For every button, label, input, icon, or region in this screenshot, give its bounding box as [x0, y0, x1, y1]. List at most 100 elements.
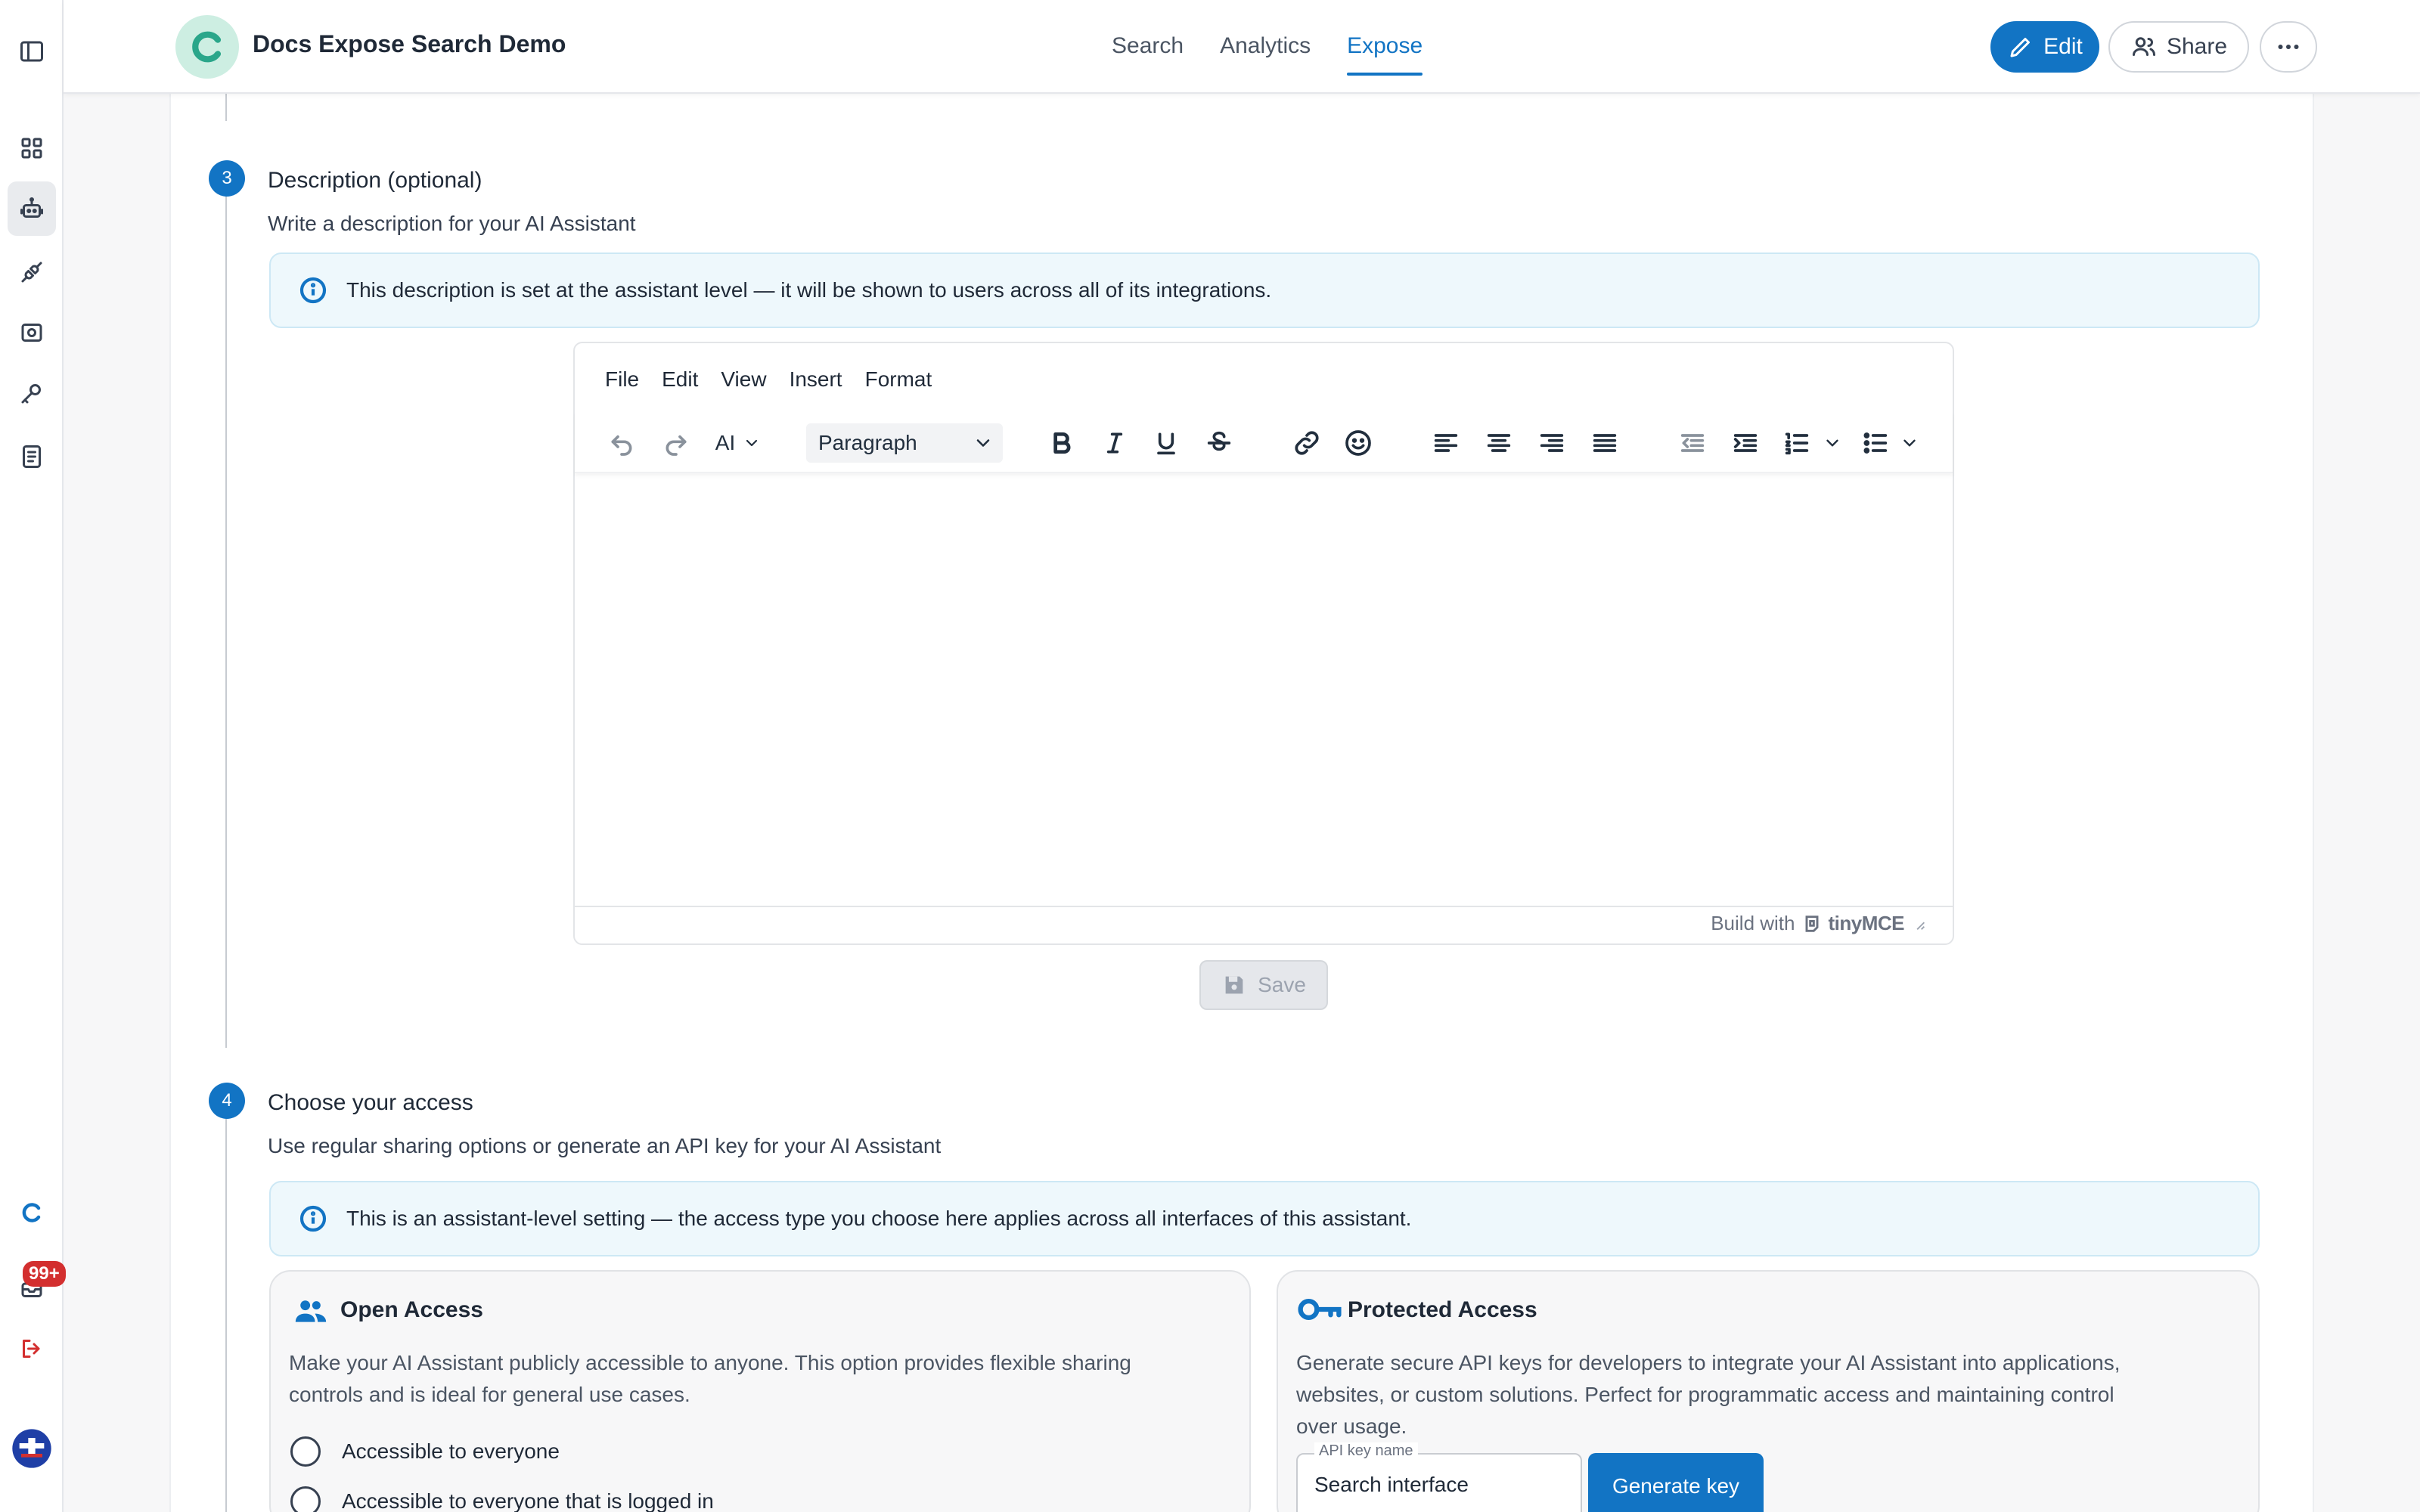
open-access-card[interactable]: Open Access Make your AI Assistant publi…	[269, 1270, 1251, 1512]
protected-access-description-line: Generate secure API keys for developers …	[1296, 1351, 2121, 1374]
numbered-list-icon[interactable]	[1777, 423, 1817, 463]
powered-by-brand: tinyMCE	[1828, 912, 1905, 934]
align-justify-icon[interactable]	[1585, 423, 1624, 463]
bullet-list-chevron-down-icon[interactable]	[1897, 423, 1922, 463]
ai-dropdown[interactable]: AI	[708, 423, 768, 463]
powered-by: Build with tinyMCE	[1711, 912, 1927, 935]
align-center-icon[interactable]	[1479, 423, 1519, 463]
timeline-line	[225, 195, 227, 1048]
step-3-info-text: This description is set at the assistant…	[346, 278, 1272, 302]
align-left-icon[interactable]	[1426, 423, 1466, 463]
sidebar-toggle-icon[interactable]	[8, 24, 56, 79]
italic-icon[interactable]	[1095, 423, 1134, 463]
step-4-info-text: This is an assistant-level setting — the…	[346, 1207, 1412, 1230]
protected-access-description-line: over usage.	[1296, 1414, 1407, 1438]
assistant-bot-icon[interactable]	[8, 181, 56, 236]
notification-badge: 99+	[23, 1261, 66, 1287]
user-avatar[interactable]	[8, 1421, 56, 1476]
nav-tabs: Search Analytics Expose	[1112, 0, 1423, 94]
protected-access-description-line: websites, or custom solutions. Perfect f…	[1296, 1383, 2114, 1406]
save-button[interactable]: Save	[1199, 960, 1328, 1010]
timeline-line	[225, 1119, 227, 1512]
menu-format[interactable]: Format	[865, 367, 932, 392]
floppy-disk-icon	[1225, 976, 1243, 994]
radio-circle[interactable]	[290, 1486, 321, 1512]
tab-search[interactable]: Search	[1112, 0, 1184, 94]
api-key-name-value: Search interface	[1314, 1473, 1469, 1496]
tinymce-logo-icon	[1805, 915, 1818, 932]
info-icon	[299, 277, 327, 304]
numbered-list-chevron-down-icon[interactable]	[1820, 423, 1845, 463]
pencil-icon	[2010, 38, 2031, 57]
document-icon[interactable]	[8, 429, 56, 484]
bold-icon[interactable]	[1042, 423, 1081, 463]
more-options-button[interactable]	[2260, 21, 2317, 73]
api-key-name-label: API key name	[1314, 1442, 1418, 1460]
api-key-name-input[interactable]: API key name Search interface	[1296, 1442, 1582, 1512]
key-icon[interactable]	[8, 366, 56, 420]
editor-menubar: File Edit View Insert Format	[605, 367, 932, 392]
users-icon	[2132, 37, 2155, 56]
workspace-logo-icon[interactable]	[8, 1185, 56, 1240]
radio-label: Accessible to everyone	[342, 1439, 560, 1463]
edit-button[interactable]: Edit	[1990, 21, 2099, 73]
app-logo-icon	[175, 15, 239, 79]
menu-edit[interactable]: Edit	[662, 367, 698, 392]
scan-icon[interactable]	[8, 305, 56, 360]
block-format-value: Paragraph	[818, 431, 917, 454]
menu-view[interactable]: View	[721, 367, 766, 392]
step-4-number: 4	[209, 1083, 245, 1119]
bullet-list-icon[interactable]	[1856, 423, 1895, 463]
logout-icon[interactable]	[8, 1321, 56, 1376]
generate-key-button[interactable]: Generate key	[1588, 1453, 1764, 1512]
editor-content-area[interactable]	[575, 475, 1953, 907]
share-button[interactable]: Share	[2108, 21, 2249, 73]
underline-icon[interactable]	[1146, 423, 1186, 463]
menu-insert[interactable]: Insert	[790, 367, 842, 392]
group-users-icon	[295, 1300, 327, 1322]
top-bar: Docs Expose Search Demo Search Analytics…	[64, 0, 2420, 94]
tab-analytics[interactable]: Analytics	[1220, 0, 1311, 94]
edit-button-label: Edit	[2043, 34, 2083, 59]
emoji-icon[interactable]	[1339, 423, 1378, 463]
step-3-subtitle: Write a description for your AI Assistan…	[268, 212, 636, 235]
chevron-down-icon	[746, 439, 758, 447]
radio-circle[interactable]	[290, 1436, 321, 1467]
resize-handle-icon[interactable]	[1910, 916, 1927, 932]
indent-icon[interactable]	[1726, 423, 1765, 463]
step-4-info-banner: This is an assistant-level setting — the…	[269, 1181, 2260, 1256]
step-4-subtitle: Use regular sharing options or generate …	[268, 1134, 942, 1157]
info-icon	[299, 1205, 327, 1232]
radio-accessible-logged-in[interactable]: Accessible to everyone that is logged in	[290, 1486, 714, 1512]
step-4-title: Choose your access	[268, 1090, 473, 1115]
editor-statusbar: Build with tinyMCE	[575, 906, 1953, 943]
tab-expose[interactable]: Expose	[1347, 0, 1423, 94]
menu-file[interactable]: File	[605, 367, 639, 392]
editor-toolbar: AI Paragraph	[575, 411, 1953, 473]
undo-icon[interactable]	[602, 423, 641, 463]
save-button-label: Save	[1258, 973, 1306, 996]
open-access-description-line: Make your AI Assistant publicly accessib…	[289, 1351, 1131, 1374]
app-title: Docs Expose Search Demo	[253, 30, 566, 57]
outdent-icon[interactable]	[1673, 423, 1712, 463]
protected-access-title: Protected Access	[1348, 1297, 1537, 1322]
open-access-description-line: controls and is ideal for general use ca…	[289, 1383, 690, 1406]
radio-label: Accessible to everyone that is logged in	[342, 1489, 714, 1512]
protected-access-card[interactable]: Protected Access Generate secure API key…	[1277, 1270, 2260, 1512]
link-icon[interactable]	[1287, 423, 1326, 463]
step-3-number: 3	[209, 160, 245, 197]
align-right-icon[interactable]	[1532, 423, 1571, 463]
chevron-down-icon	[976, 439, 990, 447]
radio-accessible-everyone[interactable]: Accessible to everyone	[290, 1436, 560, 1467]
open-access-title: Open Access	[340, 1297, 483, 1322]
block-format-select[interactable]: Paragraph	[806, 423, 1003, 463]
redo-icon[interactable]	[656, 423, 696, 463]
dashboard-icon[interactable]	[8, 121, 56, 175]
ai-dropdown-label: AI	[715, 431, 736, 454]
plug-integrations-icon[interactable]	[8, 245, 56, 299]
strikethrough-icon[interactable]	[1199, 423, 1239, 463]
key-icon	[1298, 1298, 1342, 1321]
open-access-description: Make your AI Assistant publicly accessib…	[289, 1347, 1131, 1411]
share-button-label: Share	[2166, 34, 2228, 59]
rich-text-editor: File Edit View Insert Format AI Paragrap…	[573, 342, 1954, 945]
